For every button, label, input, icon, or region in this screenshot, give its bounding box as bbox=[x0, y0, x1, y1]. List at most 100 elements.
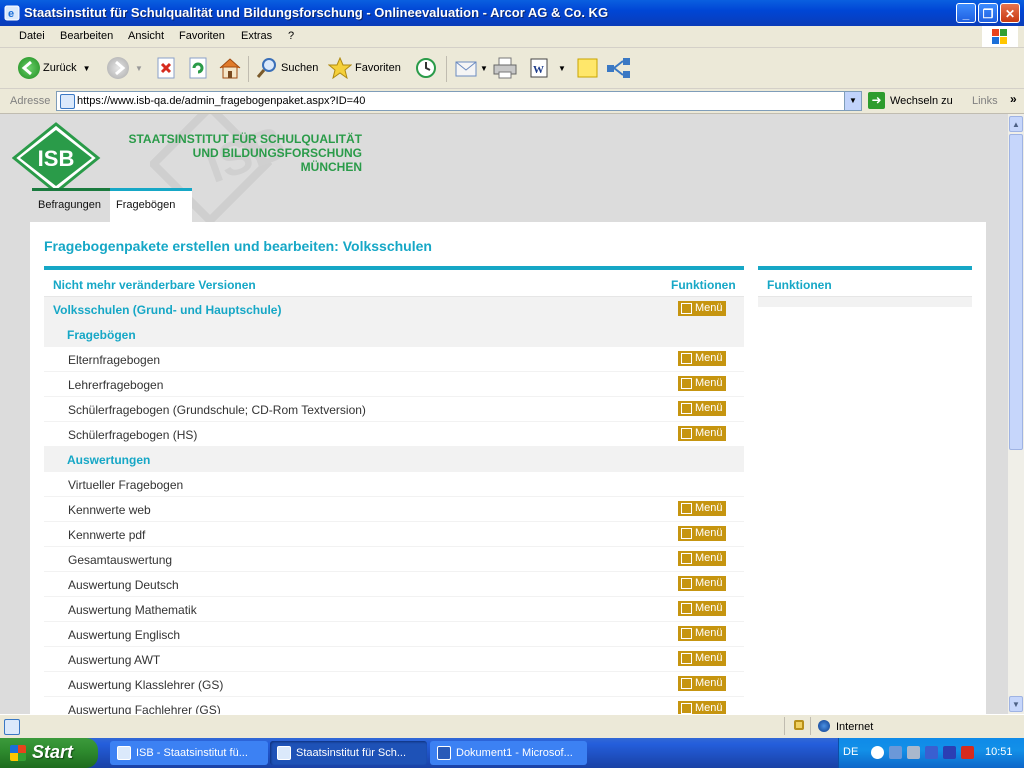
forward-arrow-icon bbox=[107, 57, 129, 79]
taskbar-item-isb[interactable]: ISB - Staatsinstitut fü... bbox=[110, 741, 268, 765]
menu-list-icon bbox=[681, 303, 692, 314]
internet-zone-icon bbox=[818, 720, 830, 732]
menu-bearbeiten[interactable]: Bearbeiten bbox=[60, 30, 113, 42]
menu-button[interactable]: Menü bbox=[678, 401, 726, 416]
menu-button[interactable]: Menü bbox=[678, 576, 726, 591]
menu-button[interactable]: Menü bbox=[678, 651, 726, 666]
back-arrow-icon bbox=[18, 57, 40, 79]
menu-button-label: Menü bbox=[695, 352, 723, 364]
history-clock-icon bbox=[416, 58, 436, 78]
tray-app-icon[interactable] bbox=[943, 746, 956, 759]
vertical-scrollbar[interactable]: ▲ ▼ bbox=[1008, 114, 1024, 714]
scroll-down-icon[interactable]: ▼ bbox=[1009, 696, 1023, 712]
menu-button-label: Menü bbox=[695, 702, 723, 714]
menu-button[interactable]: Menü bbox=[678, 676, 726, 691]
row-label: Fragebögen bbox=[67, 328, 136, 342]
home-icon bbox=[219, 58, 241, 79]
address-url: https://www.isb-qa.de/admin_fragebogenpa… bbox=[77, 95, 366, 107]
tab-befragungen[interactable]: Befragungen bbox=[32, 188, 110, 225]
battery-icon[interactable] bbox=[925, 746, 938, 759]
links-toolbar[interactable]: Links bbox=[972, 95, 998, 107]
menu-button[interactable]: Menü bbox=[678, 501, 726, 516]
home-button[interactable] bbox=[218, 54, 242, 82]
menu-list-icon bbox=[681, 578, 692, 589]
scroll-thumb[interactable] bbox=[1009, 134, 1023, 450]
menu-list-icon bbox=[681, 703, 692, 714]
back-dropdown-icon[interactable]: ▼ bbox=[83, 64, 91, 73]
menu-button[interactable]: Menü bbox=[678, 376, 726, 391]
forward-button[interactable]: ▼ bbox=[107, 54, 143, 82]
search-icon bbox=[256, 58, 276, 78]
menu-help[interactable]: ? bbox=[288, 30, 294, 42]
menu-list-icon bbox=[681, 353, 692, 364]
tray-arrow-icon[interactable] bbox=[871, 746, 884, 759]
table-row: Auswertung Mathematik Menü bbox=[44, 597, 744, 622]
close-button[interactable]: ✕ bbox=[1000, 3, 1020, 23]
speaker-muted-icon[interactable] bbox=[907, 746, 920, 759]
toolbar-chevron-icon[interactable]: » bbox=[1010, 92, 1017, 106]
menu-button[interactable]: Menü bbox=[678, 301, 726, 316]
acrobat-icon[interactable] bbox=[961, 746, 974, 759]
start-button[interactable]: Start bbox=[0, 738, 98, 768]
menu-datei[interactable]: Datei bbox=[19, 30, 45, 42]
edit-dropdown-icon[interactable]: ▼ bbox=[558, 64, 566, 73]
minimize-button[interactable]: _ bbox=[956, 3, 976, 23]
back-button[interactable]: Zurück ▼ bbox=[18, 54, 91, 82]
taskbar-item-word[interactable]: Dokument1 - Microsof... bbox=[430, 741, 587, 765]
org-line-2: UND BILDUNGSFORSCHUNG bbox=[192, 146, 362, 160]
address-dropdown-icon[interactable]: ▼ bbox=[844, 92, 861, 110]
menu-button[interactable]: Menü bbox=[678, 426, 726, 441]
scroll-up-icon[interactable]: ▲ bbox=[1009, 116, 1023, 132]
language-indicator[interactable]: DE bbox=[843, 746, 858, 758]
menu-button[interactable]: Menü bbox=[678, 526, 726, 541]
restore-button[interactable]: ❐ bbox=[978, 3, 998, 23]
network-icon[interactable] bbox=[889, 746, 902, 759]
table-row: Auswertung Deutsch Menü bbox=[44, 572, 744, 597]
menu-favoriten[interactable]: Favoriten bbox=[179, 30, 225, 42]
menu-button[interactable]: Menü bbox=[678, 351, 726, 366]
address-input[interactable]: https://www.isb-qa.de/admin_fragebogenpa… bbox=[56, 91, 862, 111]
history-button[interactable] bbox=[414, 54, 438, 82]
menu-button-label: Menü bbox=[695, 527, 723, 539]
stop-button[interactable] bbox=[156, 54, 176, 82]
content-panel: Fragebogenpakete erstellen und bearbeite… bbox=[30, 222, 986, 714]
menu-button[interactable]: Menü bbox=[678, 551, 726, 566]
window-titlebar[interactable]: e Staatsinstitut für Schulqualität und B… bbox=[0, 0, 1024, 26]
status-page-icon bbox=[4, 719, 20, 735]
tab-frageboegen[interactable]: Fragebögen bbox=[110, 188, 192, 225]
messenger-button[interactable] bbox=[606, 54, 632, 82]
forward-dropdown-icon[interactable]: ▼ bbox=[135, 64, 143, 73]
lock-icon bbox=[794, 720, 804, 730]
table-row: Auswertung Englisch Menü bbox=[44, 622, 744, 647]
mail-icon bbox=[455, 61, 477, 77]
toolbar: Zurück ▼ ▼ Suchen Favoriten ▼ W ▼ bbox=[0, 48, 1024, 89]
search-button[interactable]: Suchen bbox=[256, 54, 318, 82]
menu-button[interactable]: Menü bbox=[678, 601, 726, 616]
menu-button[interactable]: Menü bbox=[678, 626, 726, 641]
favorites-button[interactable]: Favoriten bbox=[328, 54, 401, 82]
taskbar-item-staatsinstitut[interactable]: Staatsinstitut für Sch... bbox=[270, 741, 427, 765]
header-versions: Nicht mehr veränderbare Versionen bbox=[53, 278, 256, 292]
isb-logo[interactable]: ISB bbox=[11, 122, 112, 197]
go-button[interactable]: Wechseln zu bbox=[890, 95, 953, 107]
table-row: Elternfragebogen Menü bbox=[44, 347, 744, 372]
menu-ansicht[interactable]: Ansicht bbox=[128, 30, 164, 42]
mail-dropdown-icon[interactable]: ▼ bbox=[480, 64, 488, 73]
menu-extras[interactable]: Extras bbox=[241, 30, 272, 42]
network-share-icon bbox=[607, 58, 630, 78]
note-button[interactable] bbox=[576, 54, 600, 82]
row-label: Kennwerte pdf bbox=[68, 528, 146, 542]
status-bar: Internet bbox=[0, 714, 1024, 739]
printer-icon bbox=[493, 57, 517, 79]
edit-button[interactable]: W ▼ bbox=[528, 54, 566, 82]
refresh-button[interactable] bbox=[188, 54, 208, 82]
go-arrow-icon[interactable]: ➜ bbox=[868, 92, 885, 109]
table-row: Kennwerte web Menü bbox=[44, 497, 744, 522]
menu-button-label: Menü bbox=[695, 427, 723, 439]
menu-button[interactable]: Menü bbox=[678, 701, 726, 714]
security-zone: Internet bbox=[836, 721, 874, 733]
menu-button-label: Menü bbox=[695, 677, 723, 689]
print-button[interactable] bbox=[492, 54, 518, 82]
windows-logo-icon bbox=[982, 26, 1018, 47]
mail-button[interactable]: ▼ bbox=[454, 54, 488, 82]
